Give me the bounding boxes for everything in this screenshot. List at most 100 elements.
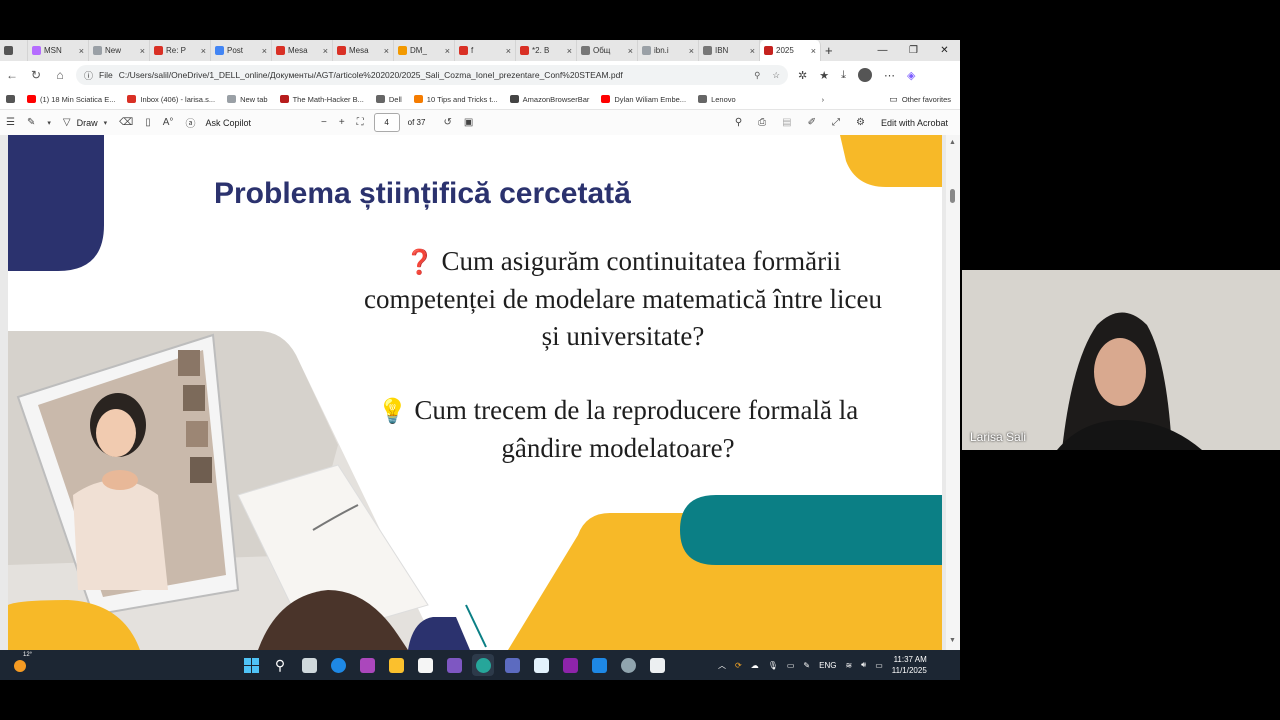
browser-tab[interactable]: 2025 × — [760, 40, 821, 61]
file-explorer-icon[interactable] — [385, 654, 407, 676]
bookmark-item[interactable]: Dylan Wiliam Embe... — [595, 95, 692, 104]
page-number-input[interactable]: 4 — [373, 113, 400, 132]
draw-label[interactable]: Draw — [77, 118, 98, 128]
tab-close-icon[interactable]: × — [323, 46, 328, 56]
tab-close-icon[interactable]: × — [506, 46, 511, 56]
browser-tab[interactable]: IBN × — [699, 40, 760, 61]
taskbar-search-icon[interactable]: ⚲ — [269, 654, 291, 676]
read-aloud-icon[interactable]: A° — [157, 117, 180, 128]
bookmark-item[interactable]: New tab — [221, 95, 274, 104]
task-view-icon[interactable] — [298, 654, 320, 676]
scroll-up-icon[interactable]: ▲ — [949, 139, 956, 146]
bookmark-item[interactable]: Inbox (406) - larisa.s... — [121, 95, 221, 104]
bookmarks-menu-icon[interactable] — [0, 95, 21, 103]
browser-tab[interactable]: DM_ × — [394, 40, 455, 61]
eraser-icon[interactable]: ⌫ — [113, 117, 139, 128]
save-icon[interactable]: ▤ — [776, 117, 797, 128]
fullscreen-icon[interactable]: ⤢ — [826, 117, 846, 128]
tab-close-icon[interactable]: × — [689, 46, 694, 56]
tab-close-icon[interactable]: × — [750, 46, 755, 56]
tab-close-icon[interactable]: × — [567, 46, 572, 56]
page-view-icon[interactable]: ▣ — [458, 117, 479, 128]
language-indicator[interactable]: ENG — [819, 661, 836, 670]
browser-tab[interactable]: ibn.i × — [638, 40, 699, 61]
search-icon[interactable]: ⚲ — [729, 117, 748, 128]
translate-icon[interactable]: ⓐ — [179, 115, 201, 130]
bookmarks-overflow-icon[interactable]: › — [816, 95, 831, 104]
browser-tab[interactable]: f × — [455, 40, 516, 61]
browser-tab[interactable]: Mesa × — [272, 40, 333, 61]
minimize-button[interactable]: — — [867, 45, 898, 56]
tab-close-icon[interactable]: × — [262, 46, 267, 56]
text-box-icon[interactable]: ▯ — [139, 117, 157, 128]
settings-icon[interactable] — [617, 654, 639, 676]
copilot-app-icon[interactable] — [443, 654, 465, 676]
zoom-icon[interactable]: ⚲ — [754, 70, 760, 81]
close-window-button[interactable]: ✕ — [929, 45, 960, 56]
battery-icon[interactable]: ▭ — [875, 661, 883, 670]
tab-close-icon[interactable]: × — [384, 46, 389, 56]
save-as-icon[interactable]: ✐ — [802, 117, 822, 128]
contents-icon[interactable]: ☰ — [0, 117, 21, 128]
rotate-icon[interactable]: ↺ — [437, 117, 457, 128]
more-icon[interactable]: ⋯ — [884, 69, 895, 82]
chevron-down-icon[interactable]: ▾ — [41, 119, 57, 127]
copilot-icon[interactable]: ◈ — [907, 69, 915, 82]
pdf-viewer[interactable]: Problema științifică cercetată ❓ Cum asi… — [0, 135, 960, 650]
volume-icon[interactable]: 🔊︎ — [861, 660, 866, 670]
browser-tab[interactable]: MSN × — [28, 40, 89, 61]
print-icon[interactable]: ⎙ — [752, 117, 772, 128]
teams-icon[interactable] — [501, 654, 523, 676]
fit-page-icon[interactable]: ⛶ — [351, 117, 370, 128]
bookmark-item[interactable]: AmazonBrowserBar — [504, 95, 596, 104]
bookmark-item[interactable]: 10 Tips and Tricks t... — [408, 95, 504, 104]
browser-tab[interactable]: *2. B × — [516, 40, 577, 61]
profile-avatar[interactable] — [857, 68, 872, 82]
new-tab-button[interactable]: + — [821, 40, 845, 61]
browser-tab[interactable]: New × — [89, 40, 150, 61]
tab-close-icon[interactable]: × — [140, 46, 145, 56]
tab-close-icon[interactable]: × — [79, 46, 84, 56]
address-field[interactable]: ⓘ File C:/Users/salil/OneDrive/1_DELL_on… — [76, 65, 788, 85]
highlight-icon[interactable]: ✎ — [21, 117, 41, 128]
draw-icon[interactable]: ▽ — [57, 117, 77, 128]
snipping-icon[interactable] — [646, 654, 668, 676]
bookmark-item[interactable]: Lenovo — [692, 95, 742, 104]
ask-copilot-label[interactable]: Ask Copilot — [205, 118, 251, 128]
word-icon[interactable] — [588, 654, 610, 676]
tab-actions-menu[interactable] — [0, 40, 28, 61]
scroll-down-icon[interactable]: ▼ — [949, 637, 956, 644]
tray-chevron-icon[interactable]: ︿ — [718, 660, 726, 671]
favorites-icon[interactable]: ★ — [819, 69, 829, 82]
onenote-icon[interactable] — [559, 654, 581, 676]
draw-chevron-icon[interactable]: ▾ — [98, 119, 114, 127]
browser-tab[interactable]: Re: P × — [150, 40, 211, 61]
tab-close-icon[interactable]: × — [201, 46, 206, 56]
maximize-button[interactable]: ❐ — [898, 45, 929, 56]
extensions-icon[interactable]: ✲ — [798, 69, 807, 82]
start-button[interactable] — [240, 654, 262, 676]
scrollbar-thumb[interactable] — [950, 189, 955, 203]
tray-pen-icon[interactable]: ✎ — [803, 661, 810, 670]
refresh-icon[interactable]: ↻ — [24, 68, 48, 82]
edit-with-acrobat-button[interactable]: Edit with Acrobat — [881, 118, 948, 128]
weather-widget[interactable]: 12° — [12, 652, 32, 673]
bookmark-item[interactable]: (1) 18 Min Sciatica E... — [21, 95, 121, 104]
browser-tab[interactable]: Post × — [211, 40, 272, 61]
tray-sync-icon[interactable]: ⟳ — [735, 661, 742, 670]
tab-close-icon[interactable]: × — [811, 46, 816, 56]
vertical-scrollbar[interactable]: ▲ ▼ — [946, 135, 960, 650]
bookmark-item[interactable]: The Math-Hacker B... — [274, 95, 370, 104]
store-icon[interactable] — [414, 654, 436, 676]
tab-close-icon[interactable]: × — [445, 46, 450, 56]
other-favorites[interactable]: ▭ Other favorites — [889, 94, 960, 105]
app-window-icon[interactable] — [530, 654, 552, 676]
edge-icon[interactable] — [327, 654, 349, 676]
meet-icon[interactable]: ▭ — [787, 661, 795, 670]
zoom-out-icon[interactable]: − — [315, 117, 333, 128]
wifi-icon[interactable]: ≋ — [845, 661, 852, 670]
onedrive-icon[interactable]: ☁ — [751, 661, 759, 670]
tab-close-icon[interactable]: × — [628, 46, 633, 56]
microphone-icon[interactable]: 🎙︎ — [768, 661, 778, 670]
edge-active-icon[interactable] — [472, 654, 494, 676]
